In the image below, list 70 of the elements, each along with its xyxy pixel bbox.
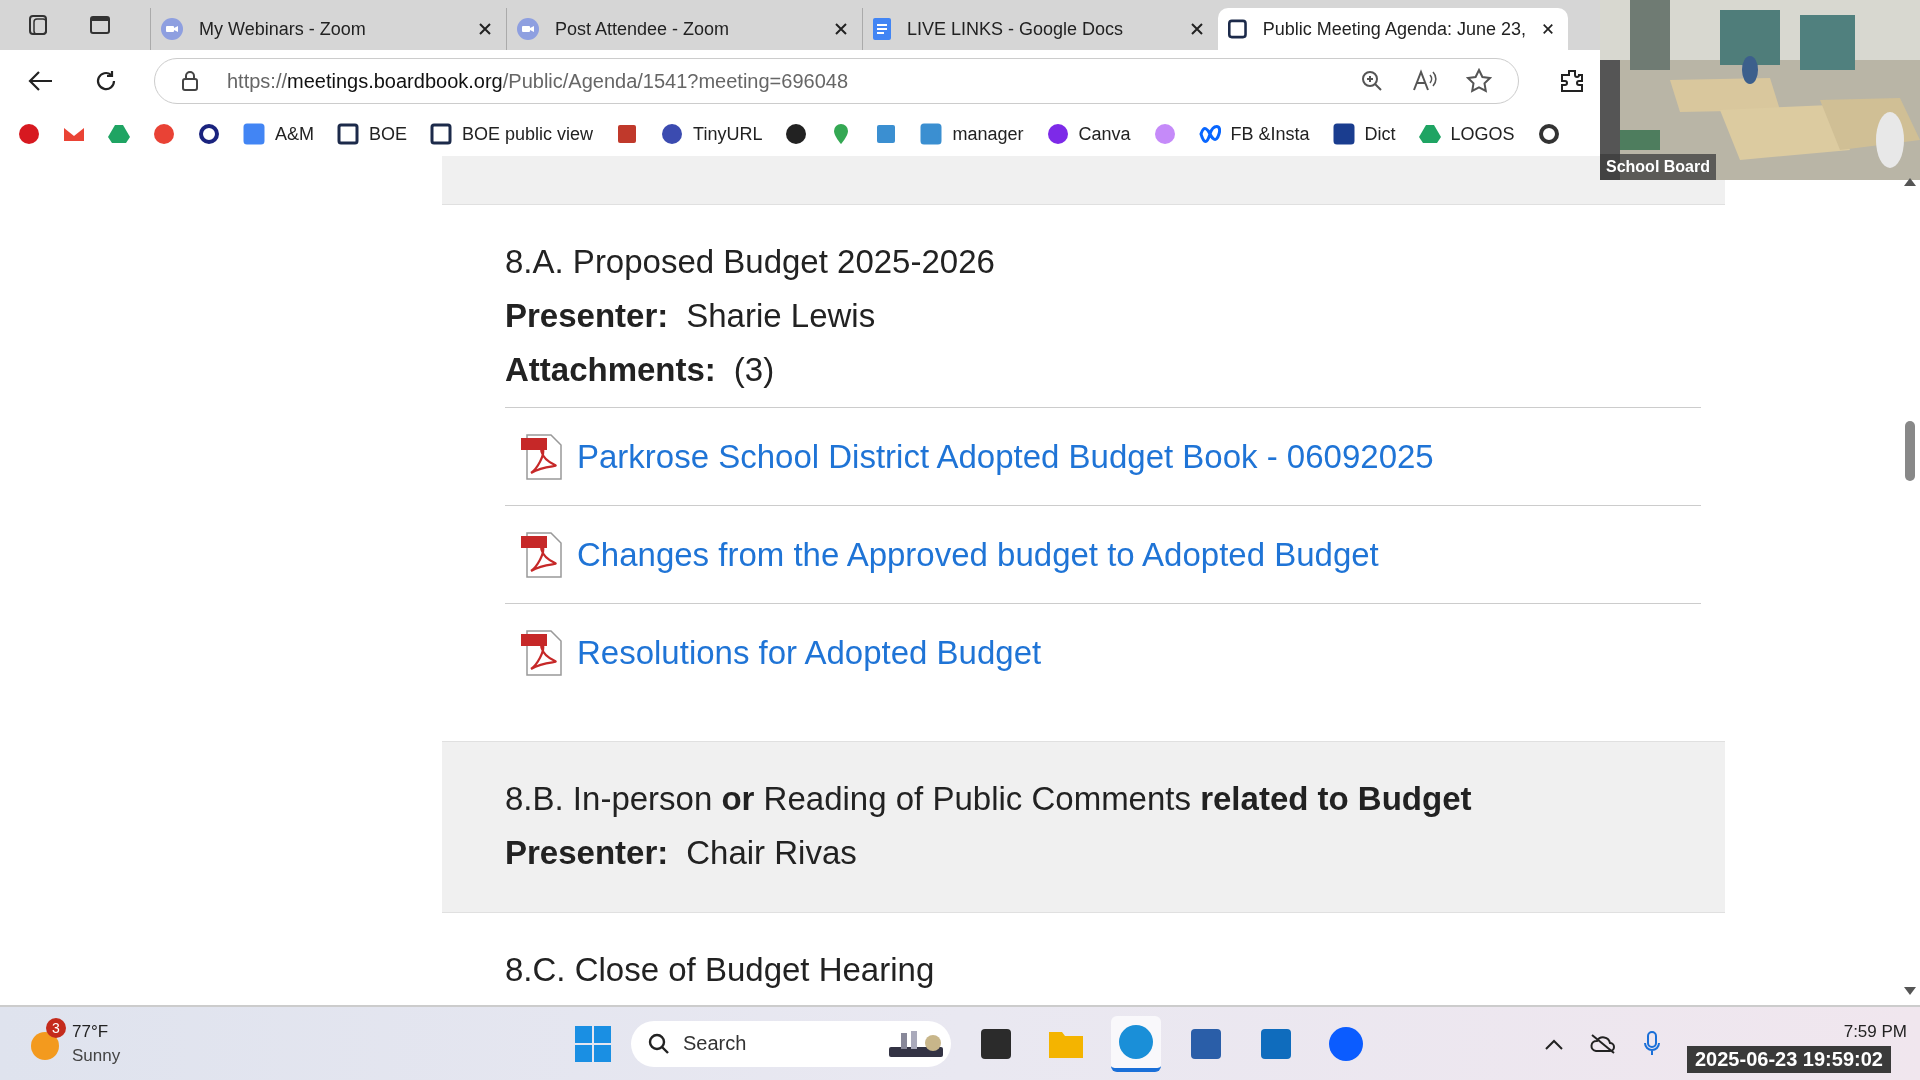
tab-actions-icon[interactable] bbox=[88, 13, 112, 37]
infinity-icon bbox=[1198, 123, 1221, 145]
reload-icon[interactable] bbox=[94, 69, 118, 93]
scrollbar-thumb[interactable] bbox=[1905, 421, 1915, 481]
browser-tab[interactable]: LIVE LINKS - Google Docs bbox=[862, 8, 1218, 50]
zoom-icon bbox=[161, 18, 183, 40]
scroll-up-icon[interactable] bbox=[1904, 176, 1916, 186]
close-icon[interactable] bbox=[1542, 22, 1554, 36]
attachment-link[interactable]: Resolutions for Adopted Budget bbox=[577, 633, 1042, 672]
tab-title: LIVE LINKS - Google Docs bbox=[907, 18, 1125, 40]
lock-icon bbox=[181, 70, 199, 92]
zoom-icon bbox=[517, 18, 539, 40]
start-icon[interactable] bbox=[575, 1025, 611, 1062]
search-input[interactable]: Search bbox=[681, 1031, 877, 1056]
star-icon[interactable] bbox=[1466, 68, 1492, 94]
pdf-file-icon bbox=[521, 530, 565, 579]
presenter-name: Chair Rivas bbox=[686, 834, 857, 871]
recording-timestamp: 2025-06-23 19:59:02 bbox=[1687, 1045, 1891, 1073]
pdf-file-icon bbox=[521, 628, 565, 677]
microphone-icon[interactable] bbox=[1643, 1030, 1661, 1057]
search-icon bbox=[647, 1031, 671, 1056]
bookmark[interactable]: Dict bbox=[1332, 123, 1396, 145]
workspaces-icon[interactable] bbox=[26, 13, 50, 37]
chevron-up-icon[interactable] bbox=[1545, 1037, 1563, 1050]
pdf-file-icon bbox=[521, 432, 565, 481]
close-icon[interactable] bbox=[834, 22, 848, 36]
agenda-item-title: 8.B. In-person or Reading of Public Comments related to Budget bbox=[505, 779, 1473, 819]
attachment-link[interactable]: Parkrose School District Adopted Budget Book - 06092025 bbox=[577, 437, 1434, 476]
bookmark[interactable]: TinyURL bbox=[661, 123, 763, 145]
zoom-in-icon[interactable] bbox=[1360, 69, 1384, 93]
browser-tab[interactable]: My Webinars - Zoom bbox=[150, 8, 506, 50]
presenter-name: Sharie Lewis bbox=[686, 297, 876, 334]
attachment-link[interactable]: Changes from the Approved budget to Adopted Budget bbox=[577, 535, 1379, 574]
ring-icon[interactable] bbox=[198, 123, 220, 145]
agenda-item-title: 8.C. Close of Budget Hearing bbox=[505, 950, 936, 990]
video-thumbnail[interactable]: School Board bbox=[1600, 0, 1920, 180]
bookmark[interactable]: A&M bbox=[243, 123, 314, 145]
bookmark[interactable]: Canva bbox=[1046, 123, 1131, 145]
cloud-off-icon[interactable] bbox=[1589, 1032, 1617, 1055]
attachments-count: (3) bbox=[733, 351, 775, 388]
back-icon[interactable] bbox=[28, 70, 54, 92]
bookmark[interactable]: BOE bbox=[337, 123, 408, 145]
square-icon bbox=[337, 123, 359, 145]
attachments-label: Attachments: bbox=[505, 351, 716, 388]
url-text: https://meetings.boardbook.org/Public/Agenda/1541?meeting=696048 bbox=[227, 69, 850, 93]
browser-tab[interactable]: Public Meeting Agenda: June 23, bbox=[1218, 8, 1568, 50]
temperature: 77°F bbox=[72, 1021, 110, 1042]
bookmark[interactable]: FB &Insta bbox=[1198, 123, 1310, 145]
weather-condition: Sunny bbox=[72, 1045, 121, 1066]
agenda-item-title: 8.A. Proposed Budget 2025-2026 bbox=[505, 242, 996, 282]
tab-title: Public Meeting Agenda: June 23, bbox=[1262, 18, 1526, 40]
bookmark[interactable]: LOGOS bbox=[1418, 123, 1515, 145]
read-aloud-icon[interactable] bbox=[1412, 69, 1438, 93]
presenter-label: Presenter: bbox=[505, 297, 669, 334]
square-icon bbox=[1228, 18, 1247, 40]
presenter-label: Presenter: bbox=[505, 834, 669, 871]
clock-time[interactable]: 7:59 PM bbox=[1843, 1021, 1907, 1042]
tab-title: My Webinars - Zoom bbox=[199, 18, 367, 40]
search-field[interactable]: Search bbox=[631, 1020, 951, 1067]
participant-label: School Board bbox=[1600, 154, 1716, 180]
browser-tab[interactable]: Post Attendee - Zoom bbox=[506, 8, 862, 50]
notification-badge: 3 bbox=[46, 1017, 66, 1038]
scroll-down-icon[interactable] bbox=[1904, 987, 1916, 997]
bookmark[interactable]: BOE public view bbox=[430, 123, 594, 145]
extensions-icon[interactable] bbox=[1559, 68, 1585, 94]
square-icon bbox=[430, 123, 453, 145]
bookmark[interactable]: manager bbox=[920, 123, 1024, 145]
tab-title: Post Attendee - Zoom bbox=[555, 18, 731, 40]
close-icon[interactable] bbox=[1190, 22, 1204, 36]
close-icon[interactable] bbox=[478, 22, 492, 36]
